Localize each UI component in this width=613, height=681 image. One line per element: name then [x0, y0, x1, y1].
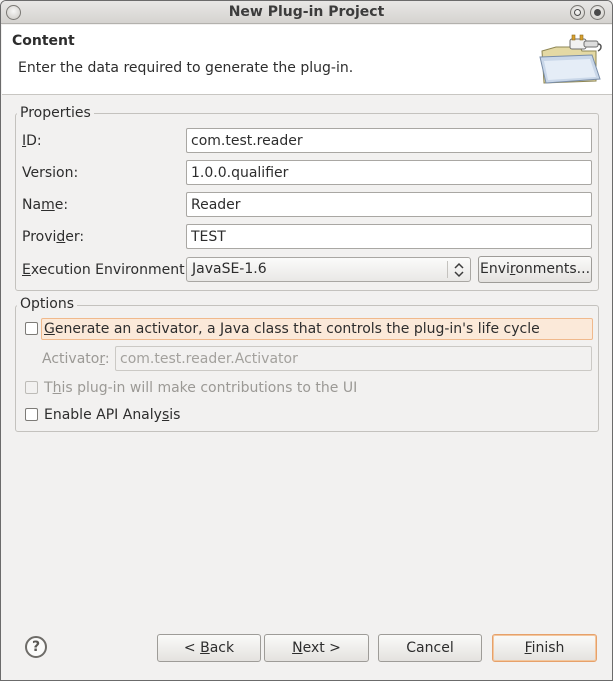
new-plugin-project-dialog: New Plug-in Project Content Enter the da… [0, 0, 613, 681]
properties-legend: Properties [17, 105, 94, 121]
generate-activator-checkbox[interactable] [25, 322, 38, 335]
id-field[interactable] [186, 128, 592, 153]
enable-api-analysis-label: Enable API Analysis [44, 407, 181, 423]
name-label: Name: [22, 197, 69, 213]
page-description: Enter the data required to generate the … [18, 60, 354, 76]
id-label: ID: [22, 133, 42, 149]
options-legend: Options [17, 296, 78, 312]
back-button[interactable]: < Back [157, 634, 261, 662]
execution-environment-label: Execution Environment: [22, 262, 190, 278]
activator-field[interactable] [115, 346, 592, 371]
help-icon[interactable]: ? [25, 636, 47, 658]
name-field[interactable] [186, 192, 592, 217]
provider-label: Provider: [22, 229, 85, 245]
combo-separator [447, 261, 448, 278]
cancel-button[interactable]: Cancel [378, 634, 482, 662]
finish-button[interactable]: Finish [492, 634, 597, 662]
page-title: Content [12, 33, 75, 49]
ui-contributions-label: This plug-in will make contributions to … [44, 380, 358, 396]
execution-environment-select[interactable]: JavaSE-1.6 [186, 257, 471, 282]
provider-field[interactable] [186, 224, 592, 249]
next-button[interactable]: Next > [264, 634, 369, 662]
enable-api-analysis-checkbox[interactable] [25, 408, 38, 421]
ui-contributions-checkbox[interactable] [25, 381, 38, 394]
wizard-header: Content Enter the data required to gener… [2, 25, 612, 95]
up-down-arrows-icon [454, 262, 464, 278]
version-field[interactable] [186, 160, 592, 185]
execution-environment-value: JavaSE-1.6 [192, 261, 267, 277]
version-label: Version: [22, 165, 79, 181]
plug-in-folder-icon [539, 34, 602, 84]
maximize-icon[interactable] [590, 5, 605, 20]
minimize-icon[interactable] [570, 5, 585, 20]
generate-activator-label: Generate an activator, a Java class that… [44, 321, 540, 337]
activator-label: Activator: [42, 351, 110, 367]
title-bar[interactable]: New Plug-in Project [1, 1, 612, 24]
window-title: New Plug-in Project [228, 4, 385, 20]
environments-button[interactable]: Environments... [478, 256, 592, 283]
